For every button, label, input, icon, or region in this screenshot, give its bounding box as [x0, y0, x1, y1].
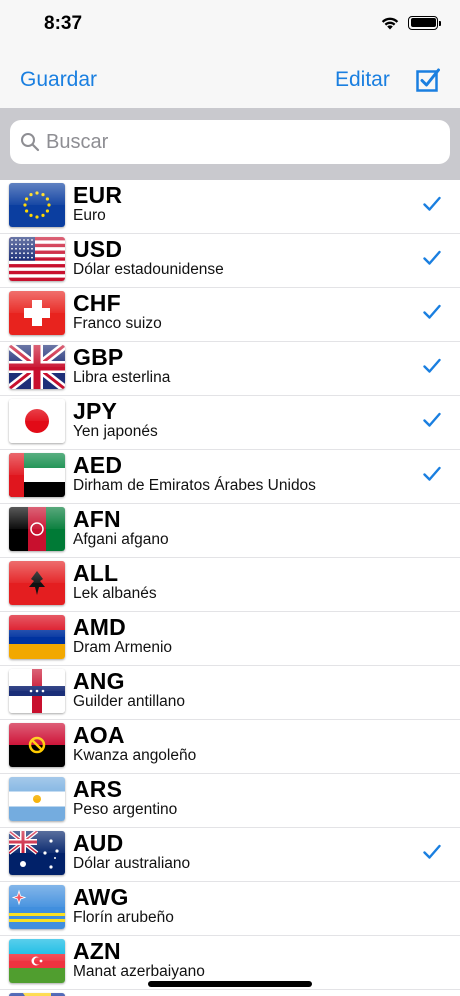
japan-flag-icon: [9, 399, 65, 443]
checkmark-icon: [423, 358, 441, 373]
currency-name: Kwanza angoleño: [73, 747, 197, 764]
status-bar: 8:37: [0, 0, 460, 56]
search-box[interactable]: [10, 120, 450, 164]
currency-row[interactable]: EUR Euro: [0, 180, 460, 234]
edit-button[interactable]: Editar: [335, 68, 390, 92]
netherlands-antilles-flag-icon: [9, 669, 65, 713]
currency-code: AZN: [73, 938, 121, 964]
select-all-checkbox-icon[interactable]: [416, 68, 440, 92]
currency-code: AOA: [73, 722, 125, 748]
currency-name: Afgani afgano: [73, 531, 169, 548]
currency-code: ALL: [73, 560, 119, 586]
currency-row[interactable]: AUD Dólar australiano: [0, 828, 460, 882]
currency-name: Dólar estadounidense: [73, 261, 224, 278]
search-bar-container: [0, 108, 460, 180]
currency-row[interactable]: ARS Peso argentino: [0, 774, 460, 828]
currency-row[interactable]: AFN Afgani afgano: [0, 504, 460, 558]
currency-name: Peso argentino: [73, 801, 178, 818]
currency-row[interactable]: USD Dólar estadounidense: [0, 234, 460, 288]
currency-row[interactable]: AED Dirham de Emiratos Árabes Unidos: [0, 450, 460, 504]
currency-code: JPY: [73, 398, 118, 424]
switzerland-flag-icon: [9, 291, 65, 335]
argentina-flag-icon: [9, 777, 65, 821]
checkmark-icon: [423, 412, 441, 427]
save-button[interactable]: Guardar: [20, 68, 97, 92]
australia-flag-icon: [9, 831, 65, 875]
battery-icon: [408, 15, 441, 30]
currency-code: AFN: [73, 506, 121, 532]
currency-name: Libra esterlina: [73, 369, 171, 386]
aruba-flag-icon: [9, 885, 65, 929]
currency-name: Guilder antillano: [73, 693, 186, 710]
search-icon: [21, 133, 40, 152]
uk-flag-icon: [9, 345, 65, 389]
currency-name: Lek albanés: [73, 585, 157, 602]
checkmark-icon: [423, 250, 441, 265]
currency-code: EUR: [73, 182, 123, 208]
currency-name: Franco suizo: [73, 315, 162, 332]
angola-flag-icon: [9, 723, 65, 767]
currency-code: ANG: [73, 668, 125, 694]
currency-code: AED: [73, 452, 123, 478]
checkmark-icon: [423, 844, 441, 859]
currency-row[interactable]: ALL Lek albanés: [0, 558, 460, 612]
afghanistan-flag-icon: [9, 507, 65, 551]
currency-code: AWG: [73, 884, 129, 910]
currency-row[interactable]: AMD Dram Armenio: [0, 612, 460, 666]
uae-flag-icon: [9, 453, 65, 497]
currency-code: CHF: [73, 290, 121, 316]
currency-code: USD: [73, 236, 123, 262]
currency-row[interactable]: JPY Yen japonés: [0, 396, 460, 450]
currency-code: GBP: [73, 344, 124, 370]
search-input[interactable]: [46, 130, 426, 154]
armenia-flag-icon: [9, 615, 65, 659]
checkmark-icon: [423, 304, 441, 319]
wifi-icon: [381, 17, 399, 30]
currency-code: AUD: [73, 830, 124, 856]
status-icons: [380, 15, 441, 30]
currency-row[interactable]: ANG Guilder antillano: [0, 666, 460, 720]
currency-row[interactable]: AWG Florín arubeño: [0, 882, 460, 936]
currency-name: Dólar australiano: [73, 855, 191, 872]
navigation-bar: Guardar Editar: [0, 56, 460, 108]
us-flag-icon: [9, 237, 65, 281]
albania-flag-icon: [9, 561, 65, 605]
currency-name: Euro: [73, 207, 106, 224]
currency-name: Manat azerbaiyano: [73, 963, 205, 980]
currency-code: ARS: [73, 776, 123, 802]
currency-row[interactable]: BAM: [0, 990, 460, 996]
currency-code: BAM: [73, 992, 126, 996]
currency-name: Florín arubeño: [73, 909, 174, 926]
currency-row[interactable]: GBP Libra esterlina: [0, 342, 460, 396]
status-time: 8:37: [44, 13, 83, 34]
currency-code: AMD: [73, 614, 126, 640]
currency-name: Dirham de Emiratos Árabes Unidos: [73, 477, 316, 494]
eu-flag-icon: [9, 183, 65, 227]
currency-row[interactable]: CHF Franco suizo: [0, 288, 460, 342]
currency-name: Dram Armenio: [73, 639, 173, 656]
currency-row[interactable]: AOA Kwanza angoleño: [0, 720, 460, 774]
home-indicator: [148, 981, 312, 987]
currency-list[interactable]: EUR Euro USD Dólar estadounidense CHF Franco …: [0, 180, 460, 996]
checkmark-icon: [423, 196, 441, 211]
azerbaijan-flag-icon: [9, 939, 65, 983]
checkmark-icon: [423, 466, 441, 481]
currency-name: Yen japonés: [73, 423, 158, 440]
